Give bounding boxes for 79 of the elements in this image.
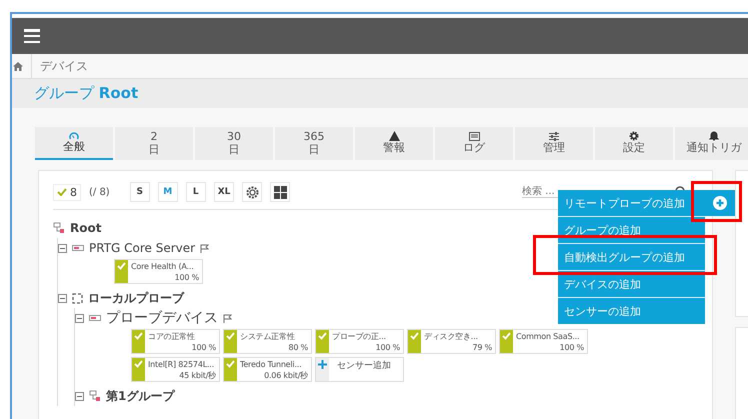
tab[interactable]: 365 日 [275,127,353,160]
probe-icon [72,292,83,304]
sensor-value: 0.06 kbit/秒 [263,370,308,381]
sensor-tile[interactable]: Teredo Tunneli... 0.06 kbit/秒 [223,357,312,382]
sensor-name: コアの正常性 [148,331,196,342]
tree-node-name[interactable]: PRTG Core Server [89,241,196,255]
check-icon [57,188,67,196]
check-icon [226,332,235,340]
tab[interactable]: ログ [435,127,513,160]
grid-icon [274,186,287,198]
home-icon[interactable] [13,62,23,70]
tab[interactable]: 通知トリガ [675,127,748,160]
size-button[interactable]: L [186,182,206,202]
tree-node-name[interactable]: 第1グループ [106,388,174,404]
add-sensor-button[interactable]: センサー追加 [315,357,404,382]
sensor-name: Common SaaS... [516,331,580,342]
sensor-name: Core Health (A... [131,261,195,272]
add-button[interactable] [705,190,735,216]
check-icon [134,332,143,340]
breadcrumb-link[interactable]: デバイス [31,54,88,78]
sensor-value: 45 kbit/秒 [178,370,216,381]
warning-icon [388,131,400,141]
sensor-tile[interactable]: Common SaaS... 100 % [499,329,588,354]
sensor-name: プローブの正... [332,331,387,342]
group-icon [89,390,101,402]
bell-icon [709,131,719,141]
sensor-tile[interactable]: ディスク空き... 79 % [407,329,496,354]
check-icon [117,262,126,270]
settings-icon [246,186,259,198]
sensor-name: ディスク空き... [424,331,479,342]
ok-count-filter[interactable]: 8 [53,184,81,200]
sensor-value: 79 % [471,342,492,353]
check-icon [410,332,419,340]
check-icon [502,332,511,340]
collapse-icon[interactable] [75,392,84,400]
sensor-value: 100 % [374,342,400,353]
check-icon [318,332,327,340]
tab[interactable]: 2 日 [115,127,193,160]
tab[interactable]: 設定 [595,127,673,160]
tab[interactable]: 30 日 [195,127,273,160]
grid-view-button[interactable] [270,182,290,202]
sensor-tile[interactable]: コアの正常性 100 % [131,329,220,354]
server-icon [89,314,101,322]
size-button[interactable]: S [130,182,150,202]
tab[interactable]: 全般 [35,127,113,160]
tab[interactable]: 管理 [515,127,593,160]
sensor-name: Intel[R] 82574L... [148,359,215,370]
check-icon [226,360,235,368]
plus-circle-icon [713,196,727,210]
tree-node-name[interactable]: ローカルプローブ [88,290,184,306]
size-button[interactable]: XL [214,182,234,202]
sensor-name: Teredo Tunneli... [240,359,302,370]
gauge-icon [69,132,79,140]
tree-node-name[interactable]: Root [70,221,102,235]
server-icon [72,244,84,252]
list-icon [468,132,480,140]
sensor-tile[interactable]: システム正常性 80 % [223,329,312,354]
sensor-tile[interactable]: Core Health (A... 100 % [114,259,203,284]
settings-button[interactable] [242,182,262,202]
tab[interactable]: 警報 [355,127,433,160]
sensor-value: 100 % [558,342,584,353]
page-title: グループ Root [34,84,138,103]
sensor-value: 100 % [190,342,216,353]
group-icon [53,222,65,234]
menu-button[interactable] [24,29,40,43]
sensor-name: システム正常性 [240,331,296,342]
check-icon [134,360,143,368]
sensor-value: 80 % [287,342,308,353]
sensor-tile[interactable]: Intel[R] 82574L... 45 kbit/秒 [131,357,220,382]
tree-node-name[interactable]: プローブデバイス [106,309,218,327]
plus-icon [318,360,327,369]
collapse-icon[interactable] [75,314,84,322]
collapse-icon[interactable] [58,244,67,252]
sliders-icon [549,132,559,140]
sensor-tile[interactable]: プローブの正... 100 % [315,329,404,354]
sensor-value: 100 % [174,272,199,283]
total-count: (/ 8) [89,186,110,198]
gear-icon [629,131,639,141]
collapse-icon[interactable] [58,294,67,302]
